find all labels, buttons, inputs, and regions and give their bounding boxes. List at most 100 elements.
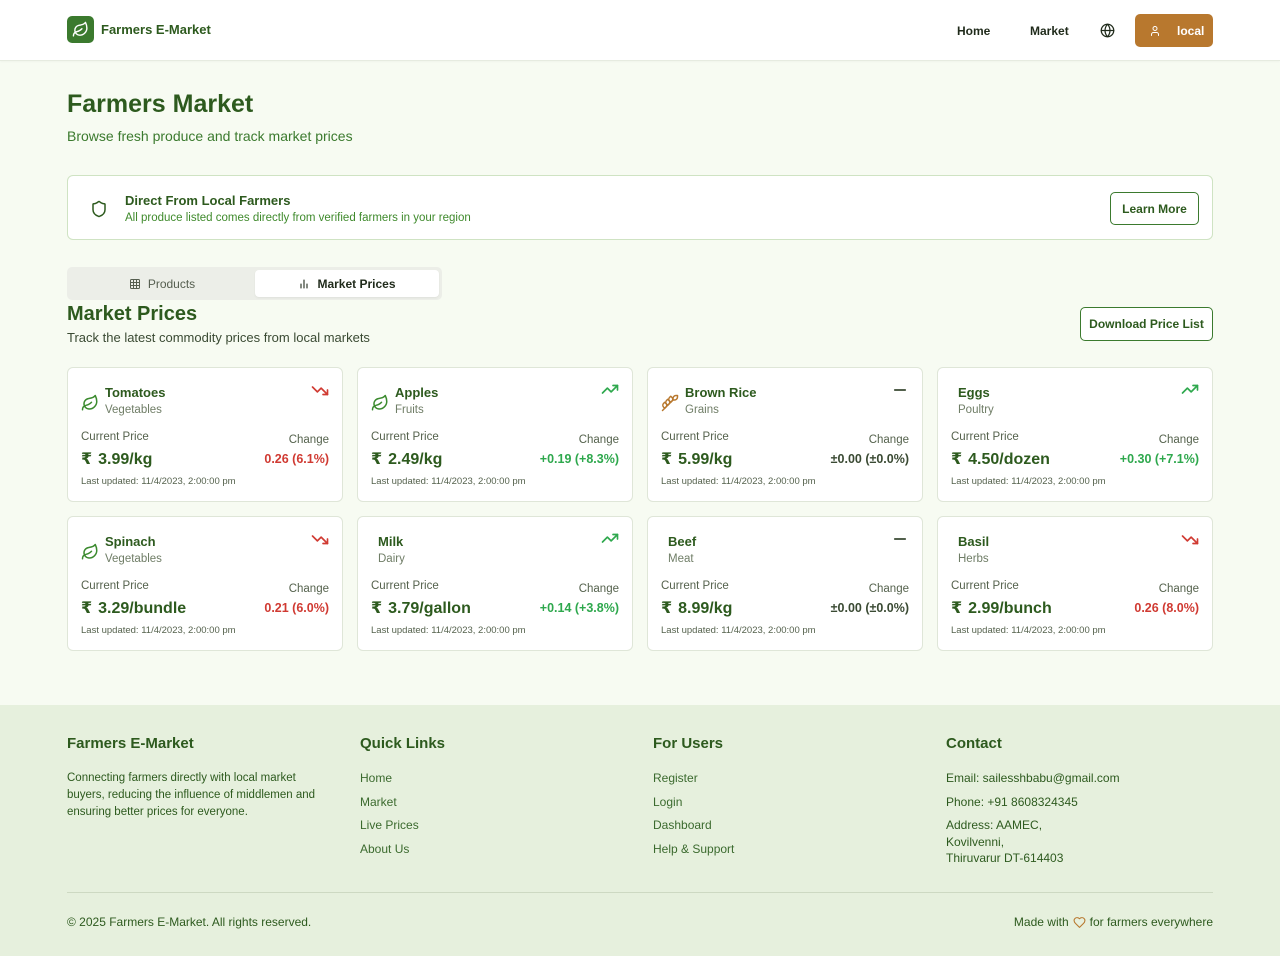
product-category: Poultry	[958, 404, 994, 416]
price-value: 4.50/dozen	[968, 451, 1050, 468]
footer-about-title: Farmers E-Market	[67, 735, 194, 752]
product-category: Vegetables	[105, 553, 162, 565]
user-menu-button[interactable]: local	[1135, 14, 1213, 47]
price-card-basil[interactable]: Basil Herbs Current Price ₹2.99/bunch Change…	[937, 516, 1213, 651]
current-price-label: Current Price	[371, 580, 439, 592]
price-value: 3.79/gallon	[388, 600, 471, 617]
price-change: +0.19 (+8.3%)	[539, 452, 619, 466]
currency-symbol: ₹	[951, 451, 963, 468]
footer-link-help-support[interactable]: Help & Support	[653, 841, 734, 865]
grid-icon	[129, 278, 140, 289]
trending-down-icon	[1181, 535, 1199, 545]
current-price-label: Current Price	[951, 580, 1019, 592]
page-subtitle: Browse fresh produce and track market pr…	[67, 128, 353, 144]
change-label: Change	[578, 434, 619, 446]
product-name: Brown Rice	[685, 385, 757, 400]
price-card-milk[interactable]: Milk Dairy Current Price ₹3.79/gallon Change…	[357, 516, 633, 651]
footer-quick-links: Quick Links Home Market Live Prices Abou…	[360, 735, 445, 864]
footer-link-dashboard[interactable]: Dashboard	[653, 817, 734, 841]
contact-phone[interactable]: Phone: +91 8608324345	[946, 794, 1120, 811]
product-category: Vegetables	[105, 404, 162, 416]
page-title: Farmers Market	[67, 90, 254, 118]
contact-address-line: Address: AAMEC,	[946, 818, 1043, 832]
price-card-tomatoes[interactable]: Tomatoes Vegetables Current Price ₹3.99/kg C…	[67, 367, 343, 502]
download-price-list-button[interactable]: Download Price List	[1080, 307, 1213, 341]
minus-icon	[893, 389, 907, 391]
trending-down-icon	[311, 386, 329, 396]
heart-icon	[1073, 916, 1086, 928]
tab-market-prices-label: Market Prices	[317, 276, 396, 291]
tab-market-prices[interactable]: Market Prices	[255, 270, 439, 297]
price-change: ±0.00 (±0.0%)	[830, 601, 909, 615]
section-subtitle: Track the latest commodity prices from l…	[67, 330, 370, 345]
last-updated: Last updated: 11/4/2023, 2:00:00 pm	[81, 625, 236, 636]
product-name: Apples	[395, 385, 439, 400]
footer-contact: Contact Email: sailesshbabu@gmail.com Ph…	[946, 735, 1120, 867]
currency-symbol: ₹	[81, 600, 93, 617]
banner-text: All produce listed comes directly from v…	[125, 212, 471, 224]
user-name: local	[1177, 23, 1205, 38]
globe-icon[interactable]	[1100, 23, 1115, 38]
tab-products[interactable]: Products	[70, 270, 254, 297]
price-card-spinach[interactable]: Spinach Vegetables Current Price ₹3.29/bund…	[67, 516, 343, 651]
change-label: Change	[288, 434, 329, 446]
leaf-icon	[67, 16, 94, 43]
made-with-prefix: Made with	[1013, 915, 1069, 929]
trending-up-icon	[601, 533, 619, 543]
footer-link-login[interactable]: Login	[653, 794, 734, 818]
price-card-eggs[interactable]: Eggs Poultry Current Price ₹4.50/dozen Chang…	[937, 367, 1213, 502]
price-change: +0.30 (+7.1%)	[1119, 452, 1199, 466]
currency-symbol: ₹	[661, 600, 673, 617]
learn-more-button[interactable]: Learn More	[1110, 192, 1199, 225]
nav-link-home[interactable]: Home	[957, 24, 990, 38]
currency-symbol: ₹	[371, 600, 383, 617]
footer-contact-title: Contact	[946, 735, 1002, 752]
change-label: Change	[1158, 434, 1199, 446]
price-change: 0.26 (8.0%)	[1134, 601, 1199, 615]
change-label: Change	[868, 434, 909, 446]
change-label: Change	[288, 583, 329, 595]
price-change: 0.21 (6.0%)	[264, 601, 329, 615]
currency-symbol: ₹	[81, 451, 93, 468]
footer-link-live-prices[interactable]: Live Prices	[360, 817, 445, 841]
current-price: ₹8.99/kg	[661, 598, 732, 618]
copyright: © 2025 Farmers E-Market. All rights rese…	[67, 915, 312, 929]
current-price-label: Current Price	[661, 431, 729, 443]
price-card-beef[interactable]: Beef Meat Current Price ₹8.99/kg Change ±0.00…	[647, 516, 923, 651]
shield-icon	[92, 200, 106, 218]
user-icon	[1151, 25, 1159, 36]
footer-link-home[interactable]: Home	[360, 770, 445, 794]
product-category: Grains	[685, 404, 719, 416]
product-category: Meat	[668, 553, 694, 565]
footer-link-market[interactable]: Market	[360, 794, 445, 818]
current-price: ₹3.79/gallon	[371, 598, 471, 618]
footer-link-register[interactable]: Register	[653, 770, 734, 794]
brand-logo[interactable]: Farmers E-Market	[67, 16, 211, 43]
footer-quick-links-title: Quick Links	[360, 735, 446, 752]
nav-link-market[interactable]: Market	[1030, 24, 1069, 38]
trending-up-icon	[601, 384, 619, 394]
product-name: Beef	[668, 534, 697, 549]
product-category: Herbs	[958, 553, 989, 565]
product-name: Tomatoes	[105, 385, 166, 400]
currency-symbol: ₹	[951, 600, 963, 617]
change-label: Change	[868, 583, 909, 595]
minus-icon	[893, 538, 907, 540]
price-card-brown-rice[interactable]: Brown Rice Grains Current Price ₹5.99/kg Cha…	[647, 367, 923, 502]
price-card-grid: Tomatoes Vegetables Current Price ₹3.99/kg C…	[67, 367, 1213, 651]
footer-link-about-us[interactable]: About Us	[360, 841, 445, 865]
price-card-apples[interactable]: Apples Fruits Current Price ₹2.49/kg Change +…	[357, 367, 633, 502]
price-change: ±0.00 (±0.0%)	[830, 452, 909, 466]
price-value: 3.99/kg	[98, 451, 153, 468]
product-name: Basil	[958, 534, 990, 549]
footer: Farmers E-Market Connecting farmers dire…	[0, 705, 1280, 956]
price-change: +0.14 (+3.8%)	[539, 601, 619, 615]
price-value: 3.29/bundle	[98, 600, 187, 617]
leaf-icon	[371, 394, 388, 411]
current-price-label: Current Price	[951, 431, 1019, 443]
made-with-note: Made with for farmers everywhere	[1014, 915, 1213, 929]
contact-email[interactable]: Email: sailesshbabu@gmail.com	[946, 770, 1120, 787]
price-change: 0.26 (6.1%)	[264, 452, 329, 466]
section-title: Market Prices	[67, 303, 198, 325]
current-price: ₹2.49/kg	[371, 449, 442, 469]
